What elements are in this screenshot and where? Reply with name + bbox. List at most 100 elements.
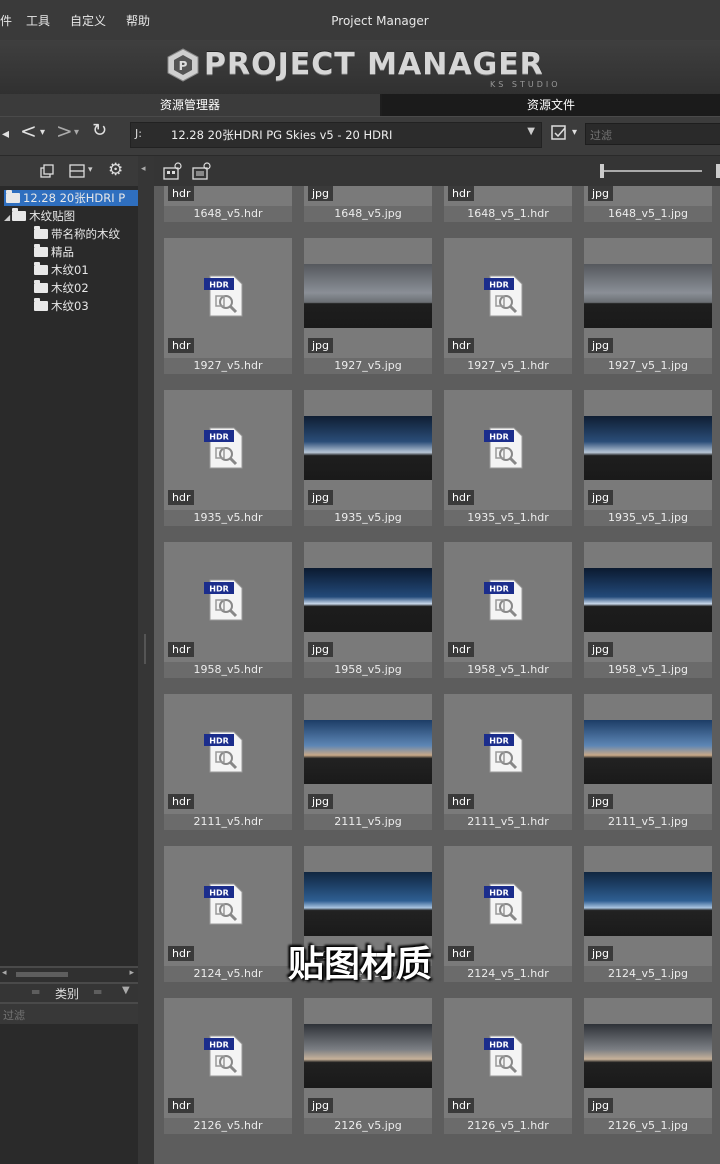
tree-item-label: 木纹03 xyxy=(51,299,89,313)
file-type-badge: hdr xyxy=(168,338,195,353)
file-type-badge: hdr xyxy=(168,1098,195,1113)
file-name-label: 1927_v5_1.hdr xyxy=(444,358,572,374)
batch-process-icon[interactable] xyxy=(162,161,184,181)
file-tile[interactable]: jpg 1927_v5_1.jpg xyxy=(584,238,712,378)
hdr-file-icon: HDR xyxy=(204,275,243,317)
tree-expand-icon[interactable]: ◢ xyxy=(4,213,10,222)
file-tile[interactable]: HDR hdr 2111_v5_1.hdr xyxy=(444,694,572,834)
file-tile[interactable]: jpg 1935_v5.jpg xyxy=(304,390,432,530)
file-tile[interactable]: jpg 1648_v5_1.jpg xyxy=(584,186,712,226)
tree-item-wood03[interactable]: 木纹03 xyxy=(34,298,89,314)
collapse-arrow-icon[interactable]: ◂ xyxy=(2,126,9,142)
back-history-dropdown-icon[interactable]: ▾ xyxy=(40,127,45,138)
file-type-badge: hdr xyxy=(168,794,195,809)
tree-item-label: 木纹贴图 xyxy=(29,209,76,223)
panel-splitter[interactable]: ◂ xyxy=(138,156,154,1164)
file-tile[interactable]: HDRhdr1648_v5.hdr xyxy=(164,186,292,226)
layout-icon[interactable] xyxy=(69,164,85,178)
hdr-file-icon: HDR xyxy=(204,1035,243,1077)
hdr-file-icon: HDR xyxy=(204,427,243,469)
file-name-label: 2111_v5.jpg xyxy=(304,814,432,830)
file-type-badge: hdr xyxy=(448,1098,475,1113)
file-tile[interactable]: jpg 1958_v5.jpg xyxy=(304,542,432,682)
folder-icon xyxy=(34,262,48,275)
collapse-panel-icon[interactable]: ◂ xyxy=(141,164,146,174)
tree-item-hdri[interactable]: 12.28 20张HDRI P xyxy=(4,190,138,206)
file-tile[interactable]: HDR hdr 1935_v5_1.hdr xyxy=(444,390,572,530)
svg-text:P: P xyxy=(179,59,188,73)
settings-gear-icon[interactable]: ⚙ xyxy=(108,160,123,180)
back-icon[interactable]: < xyxy=(20,119,37,143)
hdr-file-icon: HDR xyxy=(484,883,523,925)
tree-item-wood-textures[interactable]: ◢ 木纹贴图 xyxy=(4,208,75,224)
sky-preview-image xyxy=(584,568,712,632)
thumbnail-size-slider[interactable] xyxy=(602,170,702,172)
file-name-label: 1935_v5_1.hdr xyxy=(444,510,572,526)
file-type-badge: jpg xyxy=(588,642,614,657)
path-drive: J: xyxy=(135,127,142,140)
filter-input[interactable] xyxy=(586,126,714,145)
file-tile[interactable]: jpg 2126_v5.jpg xyxy=(304,998,432,1138)
sky-preview-image xyxy=(304,872,432,936)
file-name-label: 1958_v5_1.hdr xyxy=(444,662,572,678)
file-tile[interactable]: HDR hdr 1935_v5.hdr xyxy=(164,390,292,530)
slider-handle[interactable] xyxy=(600,164,604,178)
drag-handle-icon[interactable]: ═ xyxy=(94,985,101,999)
file-type-badge: hdr xyxy=(448,490,475,505)
splitter-grip[interactable] xyxy=(144,634,146,664)
forward-history-dropdown-icon[interactable]: ▾ xyxy=(74,127,79,138)
file-name-label: 2126_v5.hdr xyxy=(164,1118,292,1134)
category-list xyxy=(0,1024,138,1164)
file-name-label: 1958_v5.hdr xyxy=(164,662,292,678)
path-combobox[interactable]: J: 12.28 20张HDRI PG Skies v5 - 20 HDRI ▼ xyxy=(130,122,542,148)
sky-preview-image xyxy=(304,264,432,328)
tab-explorer[interactable]: 资源管理器 xyxy=(0,94,380,116)
file-tile[interactable]: HDR hdr 2126_v5_1.hdr xyxy=(444,998,572,1138)
file-tile[interactable]: HDR hdr 1958_v5_1.hdr xyxy=(444,542,572,682)
file-tile[interactable]: HDRhdr1648_v5_1.hdr xyxy=(444,186,572,226)
file-tile[interactable]: HDR hdr 1958_v5.hdr xyxy=(164,542,292,682)
folder-icon xyxy=(6,190,20,203)
export-icon[interactable] xyxy=(191,161,213,181)
file-type-badge: jpg xyxy=(308,794,334,809)
file-tile[interactable]: HDR hdr 1927_v5.hdr xyxy=(164,238,292,378)
file-name-label: 1648_v5_1.hdr xyxy=(444,206,572,222)
forward-icon[interactable]: > xyxy=(56,119,73,143)
file-name-label: 1648_v5.hdr xyxy=(164,206,292,222)
file-tile[interactable]: jpg 1927_v5.jpg xyxy=(304,238,432,378)
new-window-icon[interactable] xyxy=(40,164,54,178)
tree-item-wood01[interactable]: 木纹01 xyxy=(34,262,89,278)
hdr-file-icon: HDR xyxy=(484,731,523,773)
tree-item-label: 带名称的木纹 xyxy=(51,227,120,241)
path-dropdown-icon[interactable]: ▼ xyxy=(527,126,535,137)
file-tile[interactable]: HDR hdr 1927_v5_1.hdr xyxy=(444,238,572,378)
view-options-icon[interactable] xyxy=(551,125,569,141)
file-tile[interactable]: jpg 2126_v5_1.jpg xyxy=(584,998,712,1138)
category-filter-input[interactable] xyxy=(0,1007,136,1024)
sky-preview-image xyxy=(304,568,432,632)
tab-resource-files[interactable]: 资源文件 xyxy=(382,94,720,116)
tree-item-named-wood[interactable]: 带名称的木纹 xyxy=(34,226,120,242)
refresh-icon[interactable]: ↻ xyxy=(92,120,107,141)
file-type-badge: jpg xyxy=(308,338,334,353)
drag-handle-icon[interactable]: ═ xyxy=(32,985,39,999)
window-title: Project Manager xyxy=(331,14,429,28)
tree-item-premium[interactable]: 精品 xyxy=(34,244,74,260)
hdr-icon-label: HDR xyxy=(209,889,229,898)
filter-input-box[interactable] xyxy=(585,123,720,145)
file-tile[interactable]: jpg 2111_v5.jpg xyxy=(304,694,432,834)
file-type-badge: hdr xyxy=(168,186,195,201)
file-tile[interactable]: jpg 1958_v5_1.jpg xyxy=(584,542,712,682)
file-tile[interactable]: jpg 1935_v5_1.jpg xyxy=(584,390,712,530)
view-options-dropdown-icon[interactable]: ▾ xyxy=(572,127,577,138)
category-filter-box[interactable] xyxy=(0,1004,138,1024)
folder-icon xyxy=(34,226,48,239)
file-tile[interactable]: jpg 1648_v5.jpg xyxy=(304,186,432,226)
file-tile[interactable]: HDR hdr 2126_v5.hdr xyxy=(164,998,292,1138)
tree-item-wood02[interactable]: 木纹02 xyxy=(34,280,89,296)
file-tile[interactable]: jpg 2111_v5_1.jpg xyxy=(584,694,712,834)
file-tile[interactable]: HDR hdr 2111_v5.hdr xyxy=(164,694,292,834)
layout-dropdown-icon[interactable]: ▾ xyxy=(88,165,93,175)
file-name-label: 1958_v5_1.jpg xyxy=(584,662,712,678)
hdr-file-icon: HDR xyxy=(484,1035,523,1077)
